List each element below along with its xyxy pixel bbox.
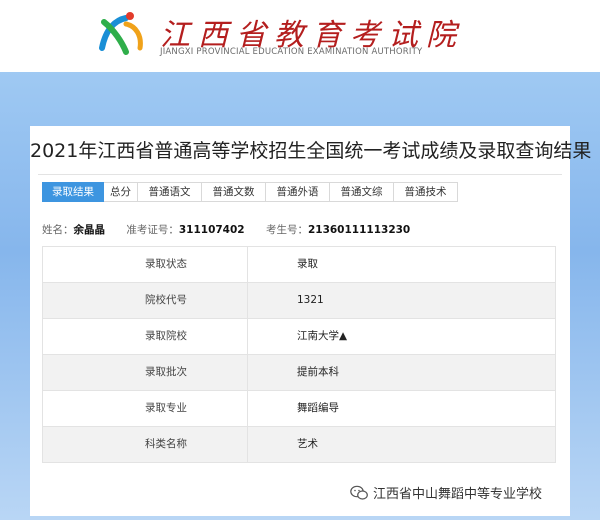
tab-technology[interactable]: 普通技术 [394, 182, 458, 202]
table-row: 录取院校 江南大学▲ [42, 319, 556, 355]
candidate-no: 21360111113230 [307, 224, 411, 236]
row-key: 录取状态 [42, 247, 248, 282]
exam-id: 311107402 [178, 224, 245, 236]
wechat-icon [350, 485, 368, 500]
row-key: 科类名称 [42, 427, 248, 462]
title-divider [38, 174, 562, 175]
row-value: 江南大学▲ [248, 319, 556, 354]
student-name: 余晶晶 [73, 224, 106, 236]
tab-chinese[interactable]: 普通语文 [138, 182, 202, 202]
row-value: 1321 [248, 283, 556, 318]
tab-bar: 录取结果 总分 普通语文 普通文数 普通外语 普通文综 普通技术 [42, 182, 458, 202]
row-key: 录取专业 [42, 391, 248, 426]
watermark-text: 江西省中山舞蹈中等专业学校 [373, 487, 543, 502]
student-info: 姓名：余晶晶 准考证号：311107402 考生号：21360111113230 [42, 222, 428, 237]
name-label: 姓名： [42, 224, 74, 236]
jx-logo-icon [99, 12, 143, 55]
tab-total-score[interactable]: 总分 [104, 182, 138, 202]
row-value: 提前本科 [248, 355, 556, 390]
table-row: 录取专业 舞蹈编导 [42, 391, 556, 427]
result-card: 2021年江西省普通高等学校招生全国统一考试成绩及录取查询结果 录取结果 总分 … [30, 126, 592, 516]
table-row: 院校代号 1321 [42, 283, 556, 319]
table-row: 录取状态 录取 [42, 247, 556, 283]
row-value: 舞蹈编导 [248, 391, 556, 426]
table-row: 科类名称 艺术 [42, 427, 556, 463]
candidate-no-label: 考生号： [265, 224, 308, 236]
row-value: 录取 [248, 247, 556, 282]
row-value: 艺术 [248, 427, 556, 462]
result-table: 录取状态 录取 院校代号 1321 录取院校 江南大学▲ 录取批次 提前本科 录… [42, 246, 556, 463]
row-key: 录取批次 [42, 355, 248, 390]
tab-arts-math[interactable]: 普通文数 [202, 182, 266, 202]
tab-foreign-language[interactable]: 普通外语 [266, 182, 330, 202]
logo-subtitle: JIANGXI PROVINCIAL EDUCATION EXAMINATION… [160, 47, 423, 57]
row-key: 院校代号 [42, 283, 248, 318]
row-key: 录取院校 [42, 319, 248, 354]
page-title: 2021年江西省普通高等学校招生全国统一考试成绩及录取查询结果 [30, 140, 592, 162]
tab-arts-comprehensive[interactable]: 普通文综 [330, 182, 394, 202]
site-header: 江西省教育考试院 JIANGXI PROVINCIAL EDUCATION EX… [0, 0, 600, 72]
exam-id-label: 准考证号： [126, 224, 179, 236]
watermark: 江西省中山舞蹈中等专业学校 [350, 483, 542, 502]
tab-admission-result[interactable]: 录取结果 [42, 182, 104, 202]
table-row: 录取批次 提前本科 [42, 355, 556, 391]
